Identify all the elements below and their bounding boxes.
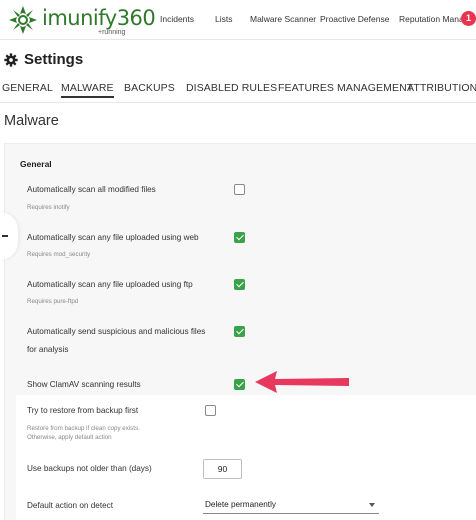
imunify360-logo[interactable]: imunify360 +running [8, 5, 156, 36]
option-label-scan-ftp: Automatically scan any file uploaded usi… [27, 280, 193, 289]
send-suspicious-checkbox[interactable] [234, 326, 245, 337]
page-title: Settings [4, 51, 83, 68]
show-clamav-checkbox[interactable] [234, 379, 245, 390]
chevron-down-icon [369, 503, 375, 507]
scan-web-checkbox[interactable] [234, 232, 245, 243]
nav-item-proactive-defense[interactable]: Proactive Defense [320, 14, 389, 24]
option-label-restore-backup: Try to restore from backup first [27, 406, 139, 415]
gear-icon [4, 52, 18, 67]
nav-item-lists[interactable]: Lists [215, 14, 232, 24]
tab-attributions[interactable]: ATTRIBUTIONS [407, 82, 476, 94]
nav-item-incidents[interactable]: Incidents [160, 14, 194, 24]
logo-mark-icon [9, 6, 37, 34]
group-title-general: General [20, 159, 52, 169]
backups-age-label: Use backups not older than (days) [27, 464, 152, 473]
nav-item-malware-scanner[interactable]: Malware Scanner [250, 14, 316, 24]
tab-disabled-rules[interactable]: DISABLED RULES [186, 82, 277, 94]
notification-badge[interactable]: 1 [461, 11, 476, 26]
default-action-value: Delete permanently [205, 500, 276, 509]
brand-name: imunify360 [42, 6, 156, 30]
option-sub-scan-web: Requires mod_security [27, 251, 91, 258]
restore-sub-line2: Otherwise, apply default action [27, 434, 112, 441]
top-navigation: imunify360 +running Incidents Lists Malw… [0, 0, 476, 40]
settings-title-text: Settings [24, 51, 84, 68]
option-label-scan-web: Automatically scan any file uploaded usi… [27, 233, 199, 242]
option-label-show-clamav: Show ClamAV scanning results [27, 380, 141, 389]
tab-general[interactable]: GENERAL [2, 82, 53, 94]
tab-malware[interactable]: MALWARE [61, 82, 114, 98]
option-label-send-suspicious: Automatically send suspicious and malici… [27, 327, 206, 336]
option-sub-scan-ftp: Requires pure-ftpd [27, 298, 79, 305]
option-sub-scan-modified: Requires inotify [27, 204, 70, 211]
tab-backups[interactable]: BACKUPS [124, 82, 175, 94]
scan-modified-checkbox[interactable] [234, 184, 245, 195]
section-title: Malware [4, 113, 59, 129]
option-label-send-suspicious-line2: for analysis [27, 345, 69, 354]
default-action-label: Default action on detect [27, 501, 114, 510]
brand-status: +running [98, 29, 126, 36]
scan-ftp-checkbox[interactable] [234, 279, 245, 290]
restore-backup-checkbox[interactable] [205, 405, 216, 416]
tabs-divider [0, 102, 476, 103]
option-label-scan-modified: Automatically scan all modified files [27, 185, 156, 194]
tab-features-management[interactable]: FEATURES MANAGEMENT [278, 82, 413, 94]
backups-age-input[interactable]: 90 [203, 459, 242, 479]
annotation-arrow-icon [255, 371, 349, 393]
default-action-select[interactable]: Delete permanently [203, 497, 379, 514]
